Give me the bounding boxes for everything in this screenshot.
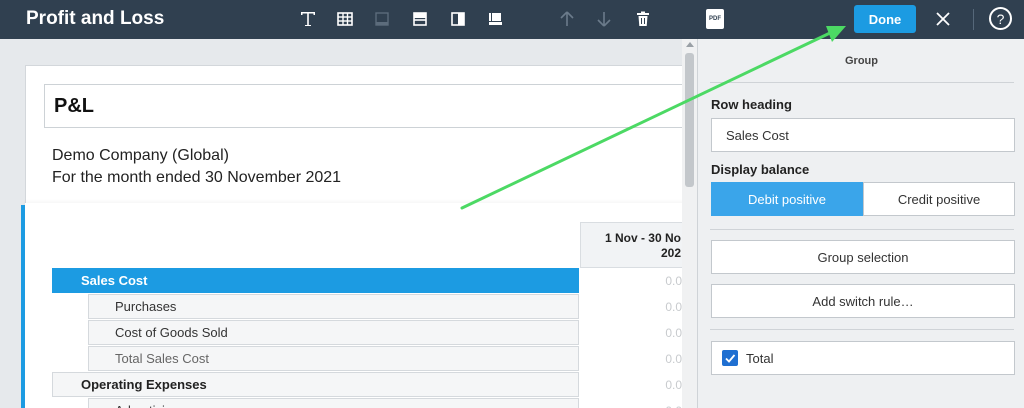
credit-positive-button[interactable]: Credit positive: [863, 182, 1015, 216]
top-bar: Profit and Loss PDF Done ?: [0, 0, 1024, 39]
stamp-icon[interactable]: [484, 8, 506, 30]
row-split-icon[interactable]: [409, 8, 431, 30]
text-icon[interactable]: [297, 8, 319, 30]
total-label: Total: [746, 350, 774, 366]
row-value: 0.0: [640, 404, 682, 408]
pdf-label: PDF: [709, 16, 721, 22]
column-header[interactable]: 1 Nov - 30 No 202: [580, 222, 690, 268]
row-value: 0.0: [665, 326, 682, 340]
debit-positive-button[interactable]: Debit positive: [711, 182, 863, 216]
row-bottom-icon[interactable]: [371, 8, 393, 30]
panel-divider: [710, 82, 1014, 83]
table-row[interactable]: Operating Expenses: [52, 372, 579, 397]
row-value: 0.0: [665, 378, 682, 392]
properties-panel: Group Row heading Display balance Debit …: [697, 39, 1024, 408]
row-label: Purchases: [115, 299, 177, 314]
table-row[interactable]: Total Sales Cost: [88, 346, 579, 371]
help-label: ?: [996, 10, 1005, 27]
row-value: 0.0: [665, 274, 682, 288]
report-period: For the month ended 30 November 2021: [52, 169, 342, 186]
toolbar-divider: [973, 9, 974, 30]
row-label: Cost of Goods Sold: [115, 325, 228, 340]
table-row[interactable]: Advertising: [88, 398, 579, 408]
app-title: Profit and Loss: [26, 8, 165, 29]
column-header-line2: 202: [660, 246, 681, 260]
table-row[interactable]: Cost of Goods Sold: [88, 320, 579, 345]
row-value: 0.0: [665, 300, 682, 314]
row-label: Advertising: [115, 403, 179, 408]
done-button[interactable]: Done: [854, 5, 916, 33]
row-label: Sales Cost: [81, 273, 148, 288]
table-row[interactable]: Purchases: [88, 294, 579, 319]
scroll-up-icon[interactable]: [686, 42, 694, 47]
total-checkbox-row[interactable]: Total: [711, 341, 1015, 375]
column-header-line1: 1 Nov - 30 No: [604, 231, 681, 245]
group-selection-button[interactable]: Group selection: [711, 240, 1015, 274]
pdf-icon[interactable]: PDF: [706, 9, 724, 29]
panel-divider: [710, 229, 1014, 230]
selection-accent-bar: [21, 205, 25, 408]
table-row[interactable]: Sales Cost: [52, 268, 579, 293]
scrollbar-thumb[interactable]: [685, 53, 694, 187]
company-name: Demo Company (Global): [52, 147, 229, 164]
close-icon[interactable]: [932, 8, 954, 35]
panel-title: Group: [845, 55, 878, 67]
arrow-up-icon[interactable]: [556, 8, 578, 30]
panel-divider: [710, 329, 1014, 330]
column-split-icon[interactable]: [447, 8, 469, 30]
row-heading-input[interactable]: [711, 118, 1015, 152]
row-label: Total Sales Cost: [115, 351, 209, 366]
row-heading-label: Row heading: [711, 97, 792, 112]
display-balance-label: Display balance: [711, 162, 810, 177]
trash-icon[interactable]: [632, 8, 654, 30]
checkmark-icon: [725, 354, 736, 363]
total-checkbox[interactable]: [722, 350, 738, 366]
row-value: 0.0: [665, 352, 682, 366]
table-icon[interactable]: [334, 8, 356, 30]
arrow-down-icon[interactable]: [593, 8, 615, 30]
add-switch-rule-button[interactable]: Add switch rule…: [711, 284, 1015, 318]
help-icon[interactable]: ?: [989, 7, 1012, 30]
row-label: Operating Expenses: [81, 377, 207, 392]
report-heading: P&L: [54, 95, 94, 117]
report-heading-box[interactable]: P&L: [44, 84, 694, 128]
